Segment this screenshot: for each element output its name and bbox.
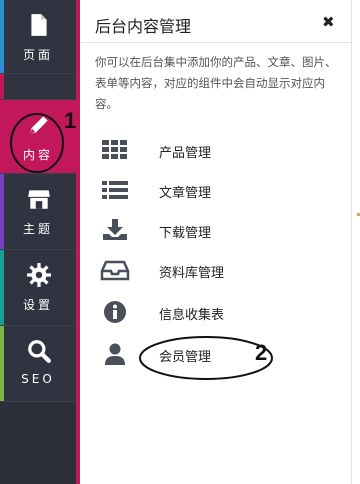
sidebar-item-page[interactable]: 页面	[0, 0, 76, 74]
close-icon[interactable]: ✖	[322, 13, 335, 31]
info-icon	[104, 301, 126, 323]
sidebar: 页面 内容 主题 设置 SEO	[0, 0, 76, 484]
store-icon	[28, 190, 50, 209]
download-icon	[103, 219, 127, 240]
grid-icon	[102, 140, 127, 159]
sidebar-item-label: 设置	[22, 298, 53, 312]
menu-item-label: 下载管理	[159, 226, 212, 241]
menu-item-products[interactable]: 产品管理	[95, 134, 335, 166]
sidebar-spacer	[0, 74, 76, 100]
content-panel: 后台内容管理 ✖ 你可以在后台集中添加你的产品、文章、图片、表单等内容，对应的组…	[80, 0, 352, 484]
menu-item-label: 产品管理	[159, 146, 212, 161]
panel-title: 后台内容管理	[95, 17, 192, 36]
inbox-icon	[100, 260, 130, 281]
accent-strip	[0, 326, 4, 401]
sidebar-item-label: 主题	[22, 222, 53, 236]
sidebar-item-theme[interactable]: 主题	[0, 174, 76, 250]
menu-item-articles[interactable]: 文章管理	[95, 174, 335, 206]
list-icon	[102, 181, 128, 199]
sidebar-item-label: SEO	[21, 372, 55, 386]
annotation-number-1: 1	[64, 108, 77, 133]
menu-item-forms[interactable]: 信息收集表	[95, 296, 335, 328]
panel-description: 你可以在后台集中添加你的产品、文章、图片、表单等内容，对应的组件中会自动显示对应…	[95, 55, 337, 111]
sidebar-item-seo[interactable]: SEO	[0, 326, 76, 402]
accent-strip	[0, 250, 4, 325]
menu-item-downloads[interactable]: 下载管理	[95, 214, 335, 246]
divider	[80, 42, 352, 43]
search-icon	[28, 340, 51, 363]
menu-item-label: 资料库管理	[159, 266, 225, 281]
gear-icon	[27, 263, 51, 287]
annotation-circle	[10, 113, 64, 173]
annotation-number-2: 2	[255, 340, 268, 365]
sidebar-item-label: 页面	[22, 48, 53, 62]
user-icon	[105, 343, 125, 365]
sidebar-item-settings[interactable]: 设置	[0, 250, 76, 326]
accent-strip	[0, 174, 4, 249]
menu-item-label: 信息收集表	[159, 308, 225, 323]
menu-item-label: 文章管理	[159, 186, 212, 201]
accent-strip	[0, 74, 4, 99]
page-icon	[31, 14, 47, 36]
menu-item-library[interactable]: 资料库管理	[95, 254, 335, 286]
